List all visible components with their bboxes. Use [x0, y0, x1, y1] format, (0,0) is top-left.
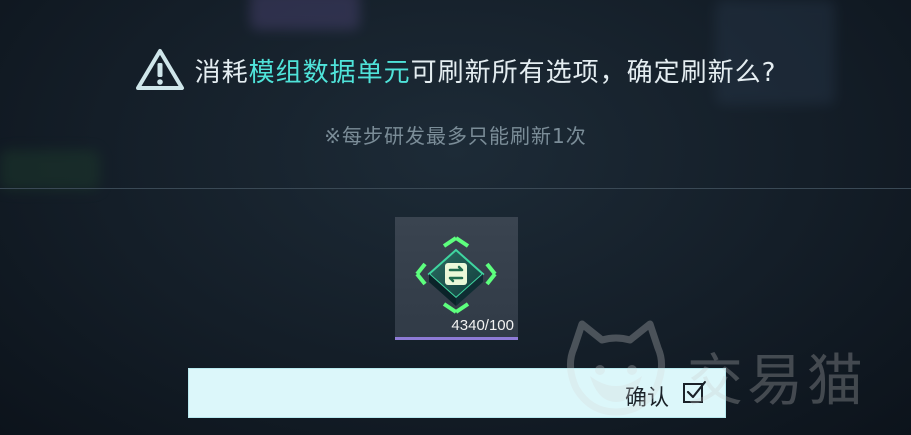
title-prefix: 消耗 [194, 57, 249, 88]
title-highlight-item: 模组数据单元 [248, 57, 411, 88]
watermark: 交易猫 [560, 318, 890, 418]
warning-icon [135, 49, 184, 90]
module-refresh-chip-icon [415, 236, 497, 314]
title-suffix: 可刷新所有选项，确定刷新么? [410, 57, 777, 88]
divider [0, 188, 911, 189]
item-card-module-data-unit[interactable]: 4340/100 [395, 217, 518, 340]
dialog-header: 消耗模组数据单元可刷新所有选项，确定刷新么? [0, 40, 911, 100]
cat-logo-icon [567, 320, 665, 416]
dialog-title: 消耗模组数据单元可刷新所有选项，确定刷新么? [195, 52, 777, 89]
background-blur-left [0, 150, 100, 190]
refresh-limit-note: ※每步研发最多只能刷新1次 [324, 124, 587, 148]
item-count: 4340/100 [451, 317, 514, 334]
watermark-text: 交易猫 [687, 349, 867, 414]
background-blur-top [250, 0, 360, 30]
